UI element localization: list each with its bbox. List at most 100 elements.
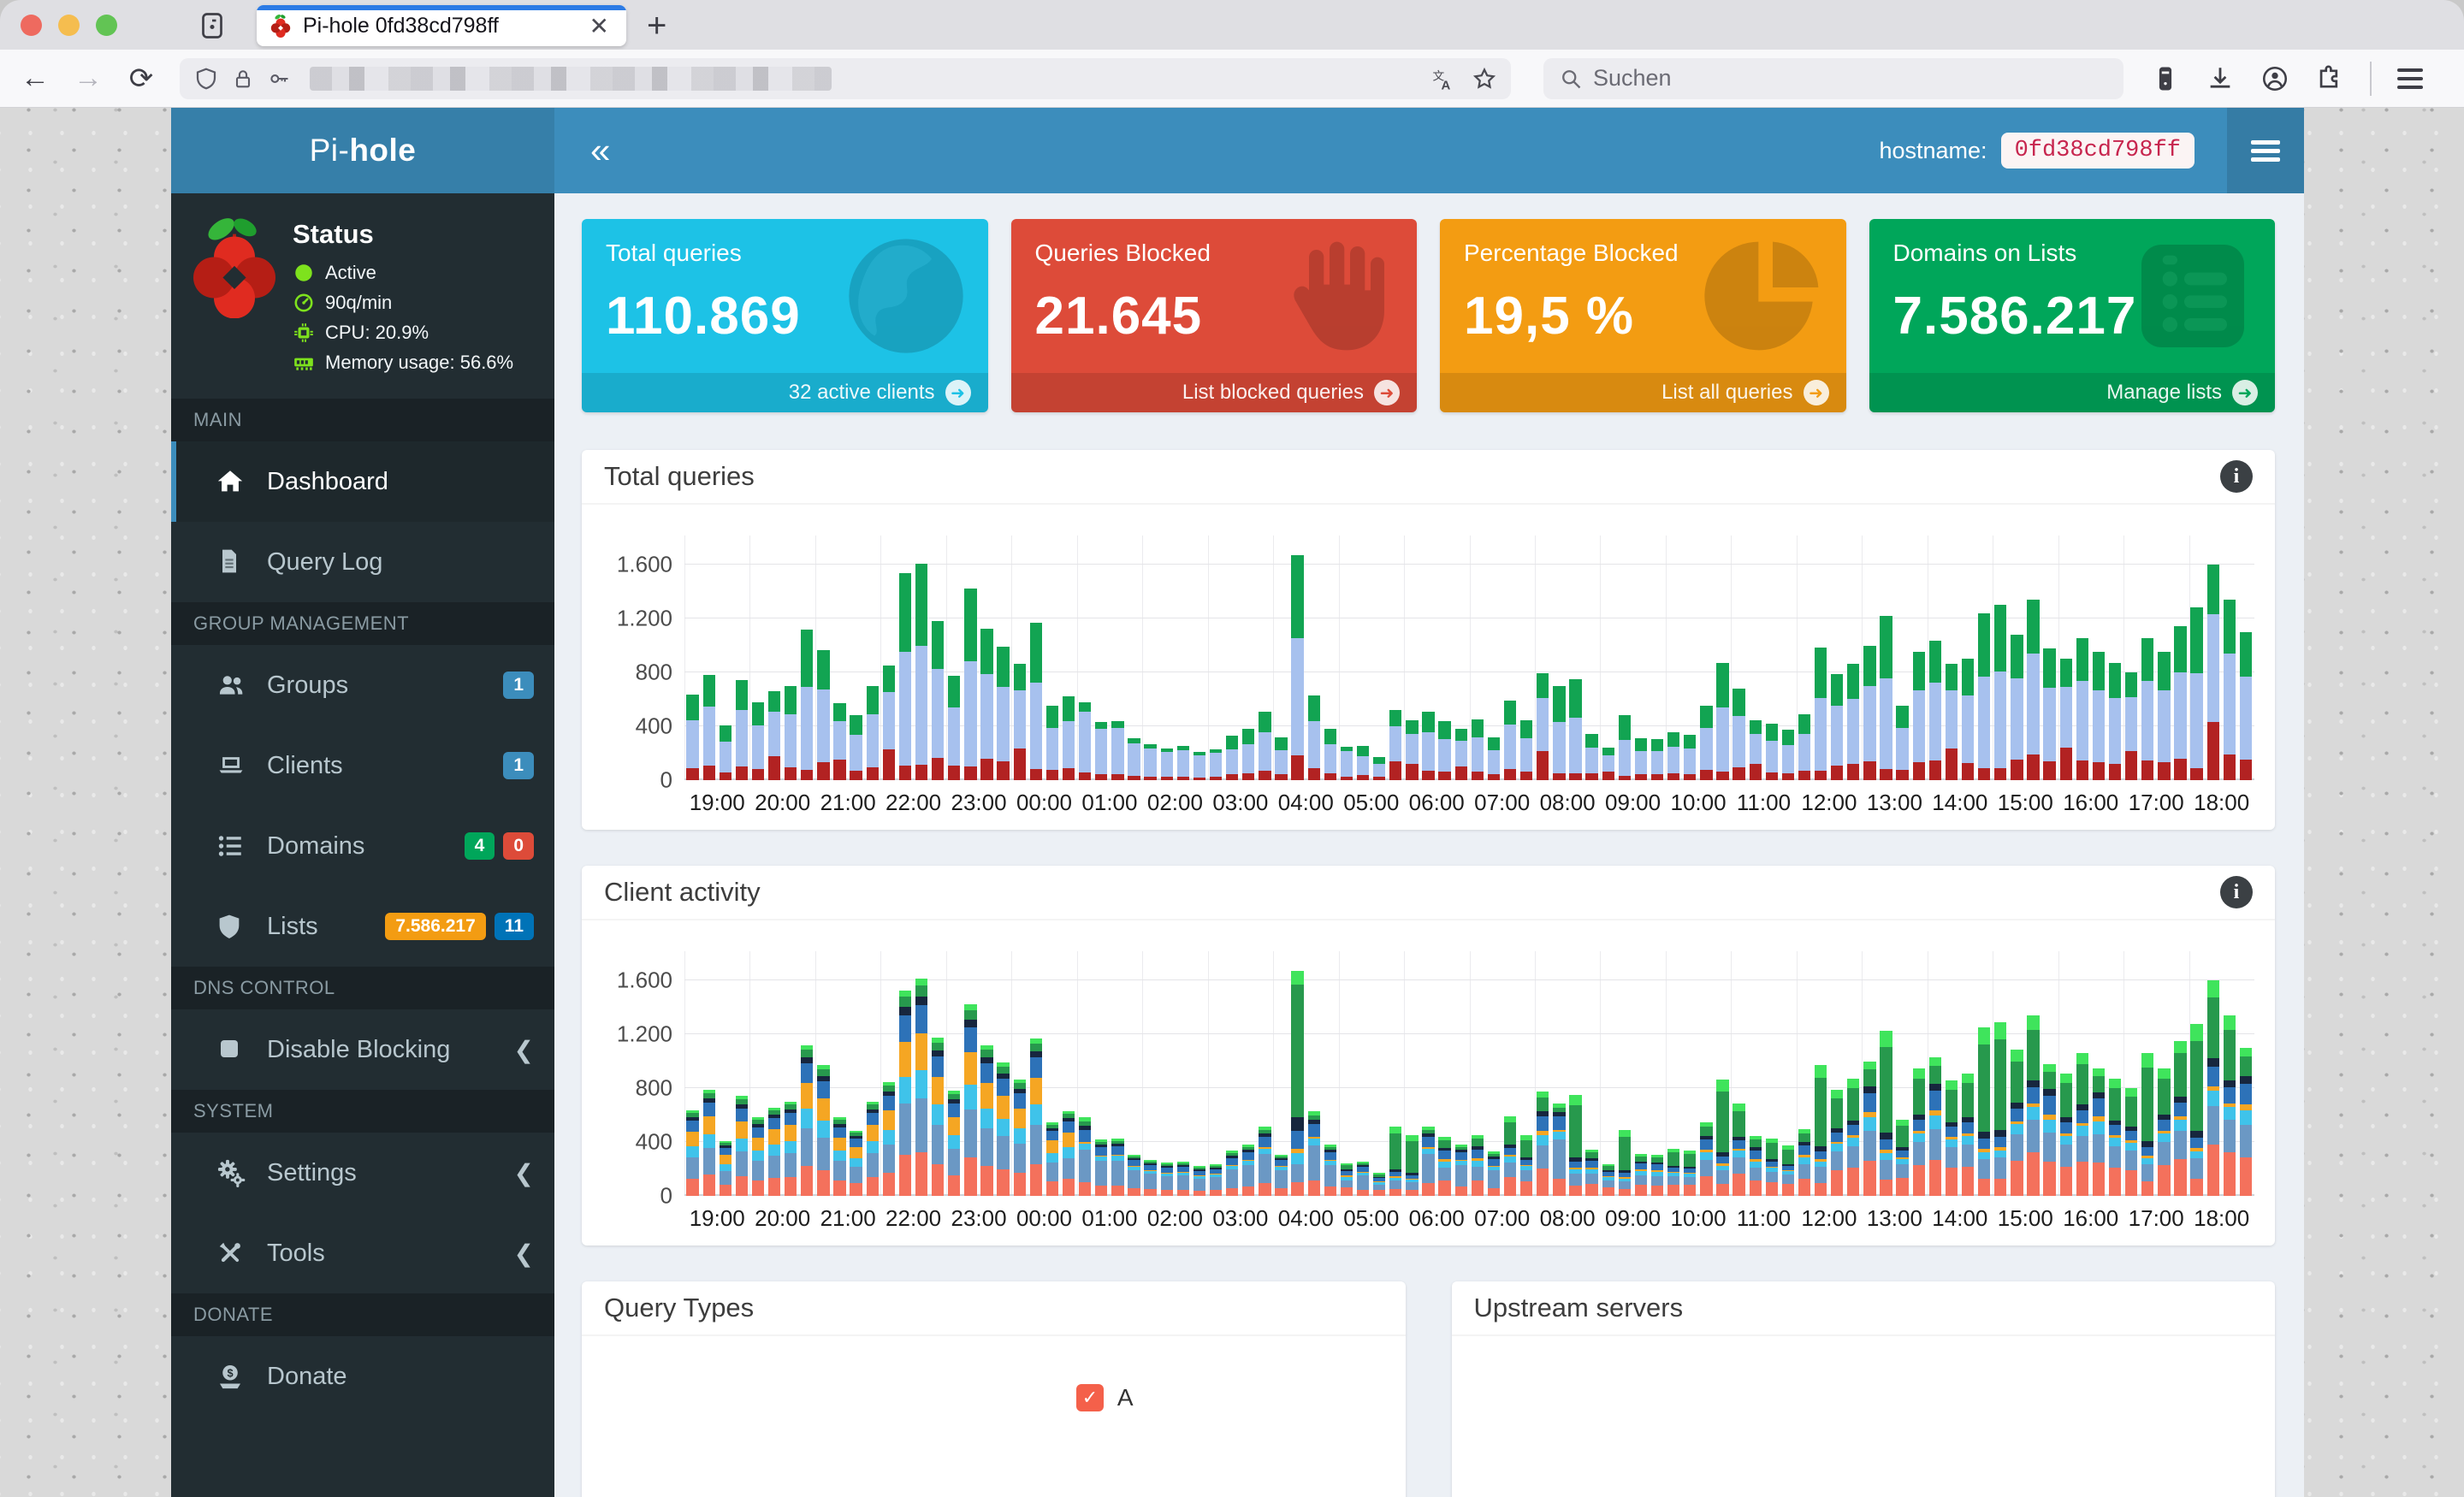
sidebar-item-dashboard[interactable]: Dashboard xyxy=(171,441,554,522)
extensions-icon[interactable] xyxy=(2315,64,2344,93)
browser-tab[interactable]: Pi-hole 0fd38cd798ff ✕ xyxy=(257,5,626,46)
stacked-bar xyxy=(1340,1163,1353,1196)
summary-card-total-queries: Total queries 110.869 32 active clients ➜ xyxy=(582,219,988,412)
sidebar-item-tools[interactable]: Tools ❮ xyxy=(171,1213,554,1293)
x-axis-tick: 02:00 xyxy=(1146,789,1203,815)
upstream-servers-panel: Upstream servers xyxy=(1451,1281,2275,1497)
stacked-bar xyxy=(1372,1173,1386,1196)
stacked-bar xyxy=(1356,746,1370,780)
tab-title: Pi-hole 0fd38cd798ff xyxy=(303,13,499,38)
reload-button[interactable]: ⟳ xyxy=(115,62,168,96)
stacked-bar xyxy=(801,630,814,780)
x-axis-tick: 03:00 xyxy=(1212,1204,1269,1231)
client-activity-chart[interactable]: 0 400 800 1.200 1.600 xyxy=(617,951,2254,1209)
stacked-bar xyxy=(2158,652,2171,780)
client-activity-x-axis: 19:00 20:00 21:00 22:00 23:00 00:00 01:00 02:00… xyxy=(684,1196,2254,1240)
stacked-bar xyxy=(882,1082,896,1196)
x-axis-tick: 18:00 xyxy=(2194,1204,2250,1231)
stop-icon xyxy=(216,1035,245,1064)
sidebar-item-query-log[interactable]: Query Log xyxy=(171,522,554,602)
account-icon[interactable] xyxy=(2260,64,2289,93)
stacked-bar xyxy=(1732,689,1745,780)
back-button[interactable]: ← xyxy=(9,62,62,95)
tools-icon xyxy=(216,1239,245,1268)
card-footer-link[interactable]: Manage lists ➜ xyxy=(1869,373,2275,412)
close-window-button[interactable] xyxy=(21,15,42,36)
stacked-bar xyxy=(1242,729,1255,780)
donate-icon: $ xyxy=(216,1362,245,1391)
stacked-bar xyxy=(1095,722,1108,780)
card-footer-link[interactable]: List blocked queries ➜ xyxy=(1010,373,1417,412)
x-axis-tick: 13:00 xyxy=(1866,1204,1922,1231)
minimize-window-button[interactable] xyxy=(58,15,80,36)
x-axis-tick: 13:00 xyxy=(1866,789,1922,815)
info-icon[interactable]: i xyxy=(2220,460,2253,493)
sidebar-item-label: Lists xyxy=(267,912,318,940)
url-bar[interactable]: 文A xyxy=(180,57,1511,99)
stacked-bar xyxy=(1438,1137,1451,1196)
stacked-bar xyxy=(1062,696,1075,780)
navbar-menu-icon[interactable] xyxy=(2227,108,2304,193)
maximize-window-button[interactable] xyxy=(96,15,117,36)
stacked-bar xyxy=(767,691,781,780)
stacked-bar xyxy=(1569,1095,1582,1196)
forward-button[interactable]: → xyxy=(62,62,115,95)
sidebar-item-disable-blocking[interactable]: Disable Blocking ❮ xyxy=(171,1009,554,1090)
tab-close-icon[interactable]: ✕ xyxy=(586,12,613,40)
firefox-view-icon[interactable] xyxy=(195,10,233,41)
pie-icon xyxy=(1696,228,1833,364)
total-queries-chart[interactable]: 0 400 800 1.200 1.600 xyxy=(617,535,2254,793)
stacked-bar xyxy=(1519,720,1533,780)
stacked-bar xyxy=(2190,607,2203,780)
stacked-bar xyxy=(948,676,961,780)
summary-card-queries-blocked: Queries Blocked 21.645 List blocked querie… xyxy=(1010,219,1417,412)
card-footer-link[interactable]: 32 active clients ➜ xyxy=(582,373,988,412)
sync-device-icon[interactable] xyxy=(2151,64,2180,93)
stacked-bar xyxy=(1259,712,1271,780)
search-placeholder: Suchen xyxy=(1593,65,1672,91)
stacked-bar xyxy=(1176,746,1189,780)
stacked-bar xyxy=(1618,1130,1631,1196)
downloads-icon[interactable] xyxy=(2206,64,2235,93)
gears-icon xyxy=(216,1158,246,1187)
sidebar-item-clients[interactable]: Clients 1 xyxy=(171,725,554,806)
search-bar[interactable]: Suchen xyxy=(1543,57,2123,99)
stacked-bar xyxy=(1144,744,1157,780)
new-tab-button[interactable]: + xyxy=(647,7,666,45)
x-axis-tick: 09:00 xyxy=(1605,789,1661,815)
stacked-bar xyxy=(1765,1139,1778,1196)
sidebar-item-donate[interactable]: $ Donate xyxy=(171,1336,554,1417)
stacked-bar xyxy=(2059,1074,2072,1196)
browser-menu-icon[interactable] xyxy=(2397,63,2423,94)
tab-favicon xyxy=(270,14,291,38)
card-footer-link[interactable]: List all queries ➜ xyxy=(1440,373,1846,412)
stacked-bar xyxy=(850,1131,862,1196)
stacked-bar xyxy=(1912,1068,1925,1196)
status-row: 90q/min xyxy=(293,292,513,314)
sidebar-item-label: Query Log xyxy=(267,547,383,576)
stacked-bar xyxy=(1732,1104,1745,1196)
stacked-bar xyxy=(2043,648,2056,780)
pihole-logo[interactable]: Pi-hole xyxy=(171,108,554,193)
stacked-bar xyxy=(1487,1151,1501,1196)
info-icon[interactable]: i xyxy=(2220,876,2253,908)
stacked-bar xyxy=(1602,748,1614,780)
sidebar-section-header: DNS CONTROL xyxy=(171,967,554,1009)
tracking-shield-icon xyxy=(196,68,216,89)
sidebar-collapse-icon[interactable]: « xyxy=(590,130,610,171)
x-axis-tick: 10:00 xyxy=(1670,1204,1727,1231)
stacked-bar xyxy=(1847,664,1860,780)
upstream-servers-title: Upstream servers xyxy=(1473,1293,1684,1322)
stacked-bar xyxy=(719,1141,732,1196)
arrow-circle-icon: ➜ xyxy=(1803,380,1829,405)
stacked-bar xyxy=(1422,1127,1435,1196)
stacked-bar xyxy=(1029,623,1043,780)
sidebar-item-lists[interactable]: Lists 7.586.217 11 xyxy=(171,886,554,967)
stacked-bar xyxy=(1912,652,1925,780)
sidebar-item-settings[interactable]: Settings ❮ xyxy=(171,1133,554,1213)
sidebar-item-domains[interactable]: Domains 4 0 xyxy=(171,806,554,886)
query-type-a-checkbox[interactable]: ✓ xyxy=(1075,1384,1104,1411)
total-queries-title: Total queries xyxy=(604,461,755,491)
lock-icon xyxy=(235,69,251,87)
sidebar-item-groups[interactable]: Groups 1 xyxy=(171,645,554,725)
